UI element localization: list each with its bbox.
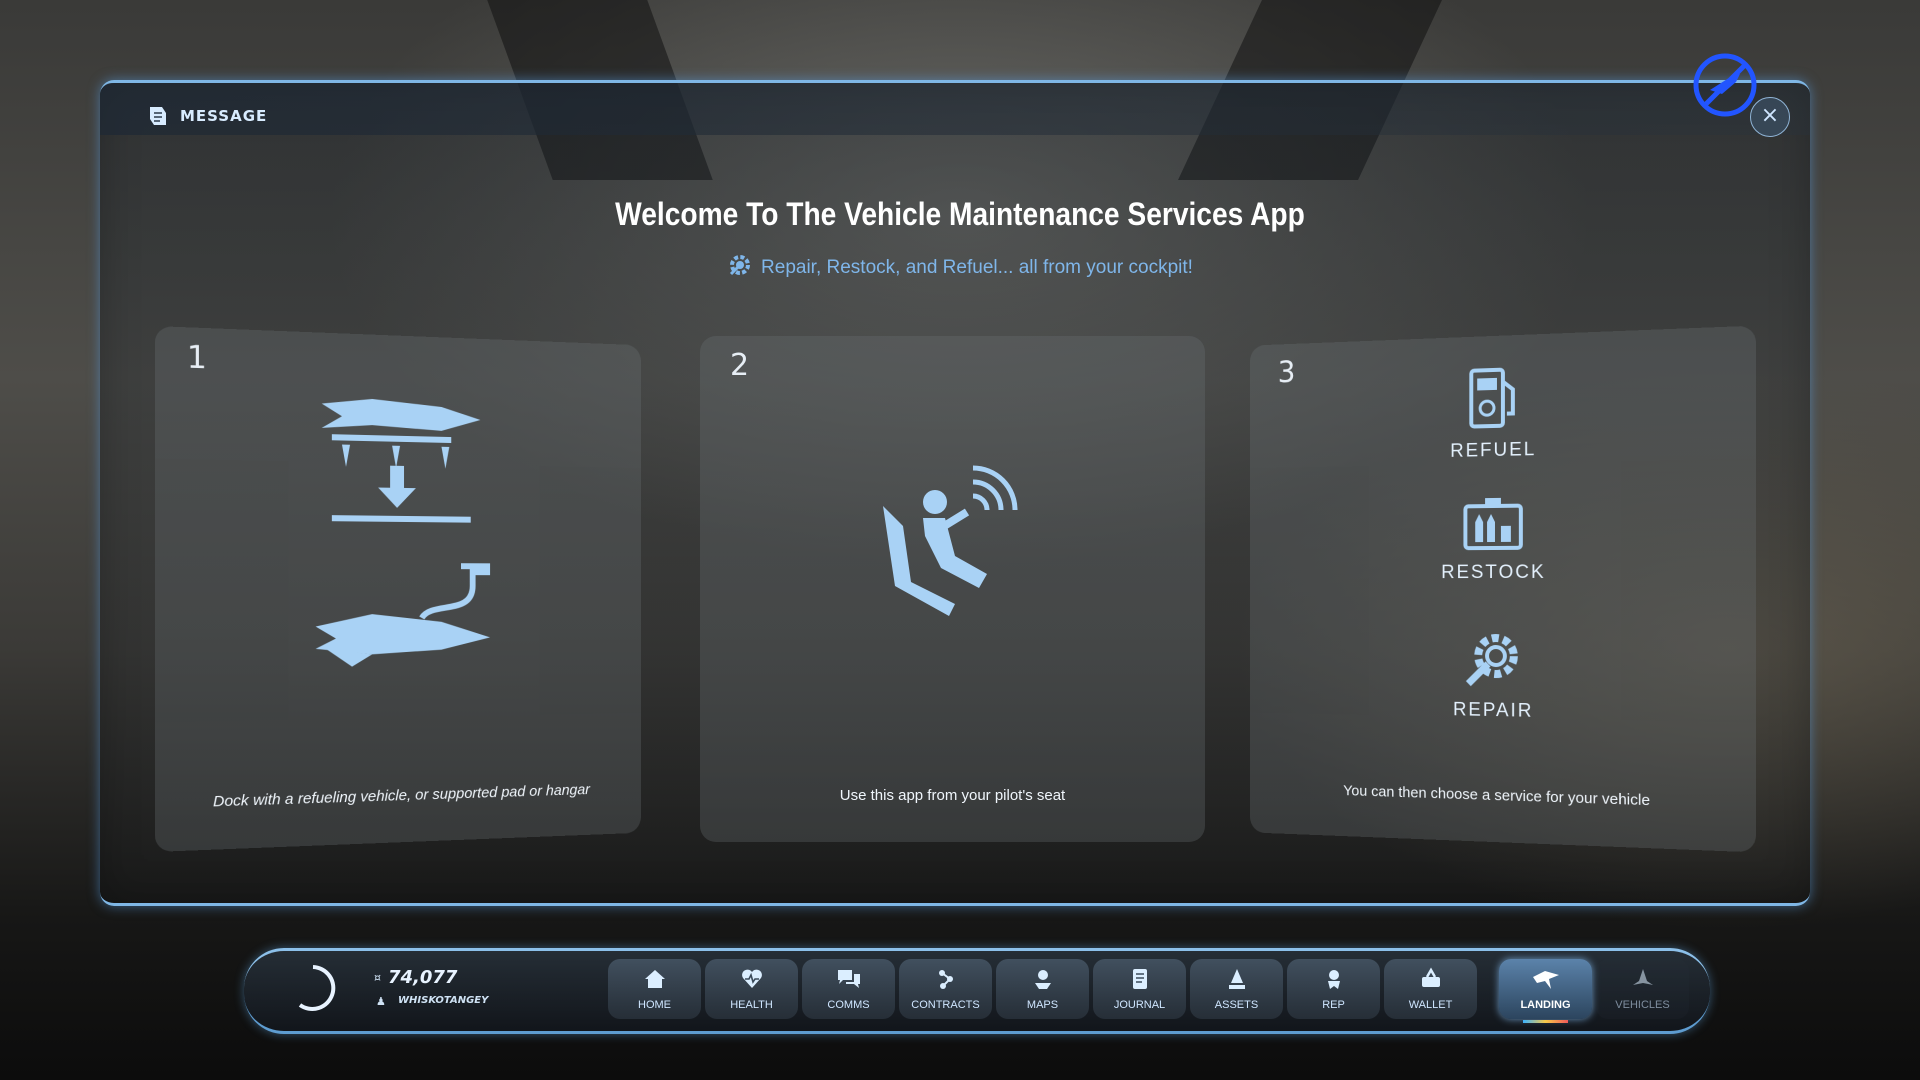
step-caption: Dock with a refueling vehicle, or suppor… <box>187 780 613 814</box>
nav-buttons: HOME HEALTH COMMS CONTRACTS MAPS JOURNAL… <box>608 959 1689 1019</box>
nav-label: JOURNAL <box>1093 999 1186 1011</box>
nav-journal-button[interactable]: JOURNAL <box>1093 959 1186 1019</box>
wallet-icon <box>1419 967 1443 991</box>
nav-label: HOME <box>608 999 701 1011</box>
assets-icon <box>1225 967 1249 991</box>
step-number: 2 <box>730 348 749 383</box>
nav-label: MAPS <box>996 999 1089 1011</box>
nav-label: COMMS <box>802 999 895 1011</box>
health-icon <box>740 967 764 991</box>
nav-label: VEHICLES <box>1596 999 1689 1011</box>
service-label: RESTOCK <box>1250 561 1756 584</box>
journal-icon <box>1128 967 1152 991</box>
bottom-nav-bar: ¤ 74,077 ♟ WHISKOTANGEY HOME HEALTH COMM… <box>244 948 1710 1034</box>
repair-gear-icon <box>727 252 753 278</box>
player-info: ¤ 74,077 ♟ WHISKOTANGEY <box>284 957 534 1019</box>
page-title: Welcome To The Vehicle Maintenance Servi… <box>115 196 1805 233</box>
page-subtitle: Repair, Restock, and Refuel... all from … <box>0 252 1920 279</box>
window-title: MESSAGE <box>180 107 267 125</box>
comms-icon <box>836 967 862 991</box>
docking-ship-icon <box>312 383 491 687</box>
repair-gear-icon <box>1462 628 1523 691</box>
nav-health-button[interactable]: HEALTH <box>705 959 798 1019</box>
nav-maps-button[interactable]: MAPS <box>996 959 1089 1019</box>
no-fly-icon <box>1692 52 1758 118</box>
nav-label: HEALTH <box>705 999 798 1011</box>
nav-label: REP <box>1287 999 1380 1011</box>
nav-landing-button[interactable]: LANDING <box>1499 959 1592 1019</box>
step-card-2: 2 Use this app from your pilot's seat <box>700 336 1205 842</box>
nav-contracts-button[interactable]: CONTRACTS <box>899 959 992 1019</box>
landing-icon <box>1531 967 1561 993</box>
service-label: REFUEL <box>1250 434 1756 467</box>
ammo-crate-icon <box>1461 496 1524 553</box>
nav-label: ASSETS <box>1190 999 1283 1011</box>
player-name: WHISKOTANGEY <box>398 995 488 1006</box>
user-icon: ♟ <box>376 995 386 1008</box>
step-number: 1 <box>187 340 207 377</box>
step-caption: Use this app from your pilot's seat <box>730 786 1175 806</box>
nav-vehicles-button[interactable]: VEHICLES <box>1596 959 1689 1019</box>
nav-label: CONTRACTS <box>899 999 992 1011</box>
contracts-icon <box>934 967 958 991</box>
rep-icon <box>1322 967 1346 991</box>
home-icon <box>643 967 667 991</box>
nav-home-button[interactable]: HOME <box>608 959 701 1019</box>
window-header: MESSAGE × <box>100 83 1810 135</box>
pilot-seat-icon <box>875 456 1025 626</box>
status-ring-icon <box>288 963 338 1013</box>
step-caption: You can then choose a service for your v… <box>1278 779 1724 813</box>
maps-icon <box>1031 967 1055 991</box>
nav-label: LANDING <box>1499 999 1592 1011</box>
credits-icon: ¤ <box>374 971 381 984</box>
fuel-pump-icon <box>1465 365 1520 431</box>
nav-assets-button[interactable]: ASSETS <box>1190 959 1283 1019</box>
vehicles-icon <box>1631 967 1655 991</box>
service-repair: REPAIR <box>1250 627 1756 728</box>
nav-rep-button[interactable]: REP <box>1287 959 1380 1019</box>
step-card-1: 1 Dock with a refueling vehicle, or supp… <box>155 326 641 852</box>
nav-wallet-button[interactable]: WALLET <box>1384 959 1477 1019</box>
message-icon <box>148 105 168 127</box>
service-refuel: REFUEL <box>1250 357 1756 467</box>
credits-value: 74,077 <box>388 967 457 988</box>
service-label: REPAIR <box>1250 696 1756 728</box>
nav-comms-button[interactable]: COMMS <box>802 959 895 1019</box>
subtitle-text: Repair, Restock, and Refuel... all from … <box>761 257 1193 278</box>
nav-label: WALLET <box>1384 999 1477 1011</box>
step-card-3: 3 REFUEL RESTOCK REPAIR You can then cho… <box>1250 326 1756 853</box>
service-restock: RESTOCK <box>1250 492 1756 584</box>
